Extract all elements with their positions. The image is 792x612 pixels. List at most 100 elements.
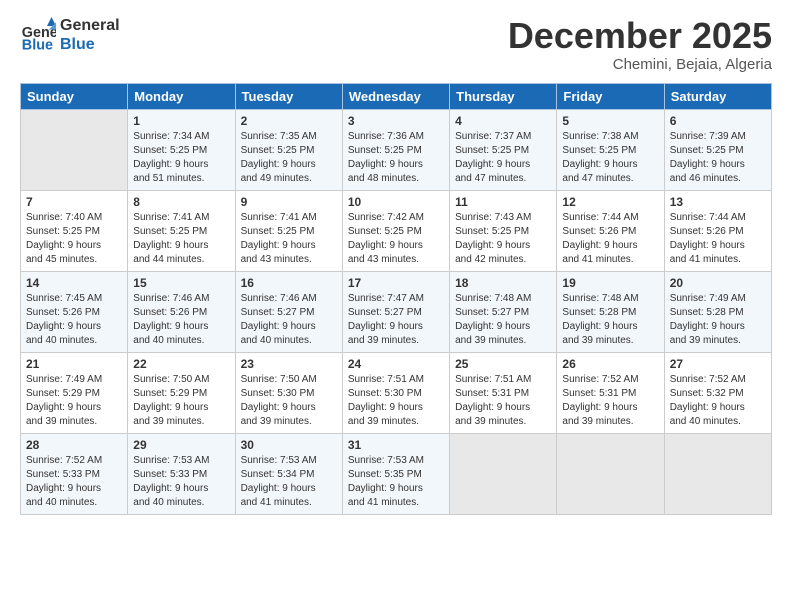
day-number: 11 <box>455 195 551 209</box>
day-number: 13 <box>670 195 766 209</box>
day-number: 26 <box>562 357 658 371</box>
day-info: Sunrise: 7:52 AM Sunset: 5:31 PM Dayligh… <box>562 373 658 429</box>
calendar-cell: 8 Sunrise: 7:41 AM Sunset: 5:25 PM Daylig… <box>128 190 235 271</box>
calendar-cell: 23 Sunrise: 7:50 AM Sunset: 5:30 PM Dayli… <box>235 352 342 433</box>
day-number: 10 <box>348 195 444 209</box>
day-info: Sunrise: 7:51 AM Sunset: 5:30 PM Dayligh… <box>348 373 444 429</box>
day-info: Sunrise: 7:52 AM Sunset: 5:32 PM Dayligh… <box>670 373 766 429</box>
calendar-cell: 1 Sunrise: 7:34 AM Sunset: 5:25 PM Daylig… <box>128 109 235 190</box>
weekday-header-wednesday: Wednesday <box>342 83 449 109</box>
calendar-cell <box>21 109 128 190</box>
calendar-cell: 7Sunrise: 7:40 AM Sunset: 5:25 PM Daylig… <box>21 190 128 271</box>
calendar-cell: 18Sunrise: 7:48 AM Sunset: 5:27 PM Dayli… <box>450 271 557 352</box>
day-info: Sunrise: 7:50 AM Sunset: 5:29 PM Dayligh… <box>133 373 229 429</box>
calendar-cell: 22 Sunrise: 7:50 AM Sunset: 5:29 PM Dayli… <box>128 352 235 433</box>
logo-icon: General Blue <box>20 17 56 53</box>
day-number: 27 <box>670 357 766 371</box>
calendar-cell: 3 Sunrise: 7:36 AM Sunset: 5:25 PM Daylig… <box>342 109 449 190</box>
calendar-cell: 5Sunrise: 7:38 AM Sunset: 5:25 PM Daylig… <box>557 109 664 190</box>
day-number: 4 <box>455 114 551 128</box>
calendar-cell: 14 Sunrise: 7:45 AM Sunset: 5:26 PM Dayli… <box>21 271 128 352</box>
logo: General Blue General Blue <box>20 16 120 54</box>
calendar-cell: 25 Sunrise: 7:51 AM Sunset: 5:31 PM Dayli… <box>450 352 557 433</box>
day-number: 21 <box>26 357 122 371</box>
calendar-cell: 27 Sunrise: 7:52 AM Sunset: 5:32 PM Dayli… <box>664 352 771 433</box>
day-info: Sunrise: 7:36 AM Sunset: 5:25 PM Dayligh… <box>348 130 444 186</box>
calendar-cell: 9Sunrise: 7:41 AM Sunset: 5:25 PM Daylig… <box>235 190 342 271</box>
calendar-cell: 11 Sunrise: 7:43 AM Sunset: 5:25 PM Dayli… <box>450 190 557 271</box>
day-info: Sunrise: 7:49 AM Sunset: 5:28 PM Dayligh… <box>670 292 766 348</box>
day-info: Sunrise: 7:44 AM Sunset: 5:26 PM Dayligh… <box>562 211 658 267</box>
day-info: Sunrise: 7:35 AM Sunset: 5:25 PM Dayligh… <box>241 130 337 186</box>
day-info: Sunrise: 7:39 AM Sunset: 5:25 PM Dayligh… <box>670 130 766 186</box>
day-info: Sunrise: 7:53 AM Sunset: 5:33 PM Dayligh… <box>133 454 229 510</box>
day-number: 29 <box>133 438 229 452</box>
day-info: Sunrise: 7:53 AM Sunset: 5:35 PM Dayligh… <box>348 454 444 510</box>
logo-general: General <box>60 16 120 35</box>
calendar-cell: 28Sunrise: 7:52 AM Sunset: 5:33 PM Dayli… <box>21 433 128 514</box>
day-info: Sunrise: 7:46 AM Sunset: 5:27 PM Dayligh… <box>241 292 337 348</box>
day-info: Sunrise: 7:42 AM Sunset: 5:25 PM Dayligh… <box>348 211 444 267</box>
title-block: December 2025 Chemini, Bejaia, Algeria <box>508 16 772 73</box>
day-info: Sunrise: 7:46 AM Sunset: 5:26 PM Dayligh… <box>133 292 229 348</box>
calendar-cell: 19 Sunrise: 7:48 AM Sunset: 5:28 PM Dayli… <box>557 271 664 352</box>
day-info: Sunrise: 7:47 AM Sunset: 5:27 PM Dayligh… <box>348 292 444 348</box>
day-number: 15 <box>133 276 229 290</box>
day-number: 1 <box>133 114 229 128</box>
calendar-cell: 6 Sunrise: 7:39 AM Sunset: 5:25 PM Daylig… <box>664 109 771 190</box>
day-info: Sunrise: 7:53 AM Sunset: 5:34 PM Dayligh… <box>241 454 337 510</box>
svg-text:Blue: Blue <box>22 38 53 54</box>
day-number: 6 <box>670 114 766 128</box>
day-info: Sunrise: 7:37 AM Sunset: 5:25 PM Dayligh… <box>455 130 551 186</box>
day-number: 20 <box>670 276 766 290</box>
header: General Blue General Blue December 2025 … <box>20 16 772 73</box>
week-row-3: 14 Sunrise: 7:45 AM Sunset: 5:26 PM Dayli… <box>21 271 772 352</box>
day-number: 19 <box>562 276 658 290</box>
day-number: 9 <box>241 195 337 209</box>
location: Chemini, Bejaia, Algeria <box>508 56 772 73</box>
day-number: 14 <box>26 276 122 290</box>
weekday-header-saturday: Saturday <box>664 83 771 109</box>
day-number: 7 <box>26 195 122 209</box>
week-row-1: 1 Sunrise: 7:34 AM Sunset: 5:25 PM Daylig… <box>21 109 772 190</box>
calendar-cell: 24 Sunrise: 7:51 AM Sunset: 5:30 PM Dayli… <box>342 352 449 433</box>
calendar-cell: 20 Sunrise: 7:49 AM Sunset: 5:28 PM Dayli… <box>664 271 771 352</box>
day-info: Sunrise: 7:48 AM Sunset: 5:27 PM Dayligh… <box>455 292 551 348</box>
day-number: 28 <box>26 438 122 452</box>
day-number: 12 <box>562 195 658 209</box>
calendar-cell: 17Sunrise: 7:47 AM Sunset: 5:27 PM Dayli… <box>342 271 449 352</box>
calendar-cell: 13 Sunrise: 7:44 AM Sunset: 5:26 PM Dayli… <box>664 190 771 271</box>
day-info: Sunrise: 7:38 AM Sunset: 5:25 PM Dayligh… <box>562 130 658 186</box>
calendar-table: SundayMondayTuesdayWednesdayThursdayFrid… <box>20 83 772 515</box>
day-info: Sunrise: 7:51 AM Sunset: 5:31 PM Dayligh… <box>455 373 551 429</box>
calendar-cell <box>664 433 771 514</box>
day-info: Sunrise: 7:41 AM Sunset: 5:25 PM Dayligh… <box>133 211 229 267</box>
day-info: Sunrise: 7:50 AM Sunset: 5:30 PM Dayligh… <box>241 373 337 429</box>
calendar-cell: 30 Sunrise: 7:53 AM Sunset: 5:34 PM Dayli… <box>235 433 342 514</box>
day-info: Sunrise: 7:43 AM Sunset: 5:25 PM Dayligh… <box>455 211 551 267</box>
day-info: Sunrise: 7:44 AM Sunset: 5:26 PM Dayligh… <box>670 211 766 267</box>
day-number: 3 <box>348 114 444 128</box>
calendar-cell <box>450 433 557 514</box>
day-info: Sunrise: 7:48 AM Sunset: 5:28 PM Dayligh… <box>562 292 658 348</box>
day-number: 8 <box>133 195 229 209</box>
day-number: 22 <box>133 357 229 371</box>
day-number: 25 <box>455 357 551 371</box>
calendar-cell: 10 Sunrise: 7:42 AM Sunset: 5:25 PM Dayli… <box>342 190 449 271</box>
day-number: 23 <box>241 357 337 371</box>
page-container: General Blue General Blue December 2025 … <box>0 0 792 525</box>
calendar-cell: 16Sunrise: 7:46 AM Sunset: 5:27 PM Dayli… <box>235 271 342 352</box>
weekday-header-sunday: Sunday <box>21 83 128 109</box>
weekday-header-thursday: Thursday <box>450 83 557 109</box>
day-number: 24 <box>348 357 444 371</box>
day-number: 30 <box>241 438 337 452</box>
week-row-2: 7Sunrise: 7:40 AM Sunset: 5:25 PM Daylig… <box>21 190 772 271</box>
day-number: 31 <box>348 438 444 452</box>
calendar-cell <box>557 433 664 514</box>
month-title: December 2025 <box>508 16 772 56</box>
day-info: Sunrise: 7:34 AM Sunset: 5:25 PM Dayligh… <box>133 130 229 186</box>
calendar-cell: 15 Sunrise: 7:46 AM Sunset: 5:26 PM Dayli… <box>128 271 235 352</box>
weekday-header-friday: Friday <box>557 83 664 109</box>
calendar-cell: 21Sunrise: 7:49 AM Sunset: 5:29 PM Dayli… <box>21 352 128 433</box>
day-info: Sunrise: 7:45 AM Sunset: 5:26 PM Dayligh… <box>26 292 122 348</box>
